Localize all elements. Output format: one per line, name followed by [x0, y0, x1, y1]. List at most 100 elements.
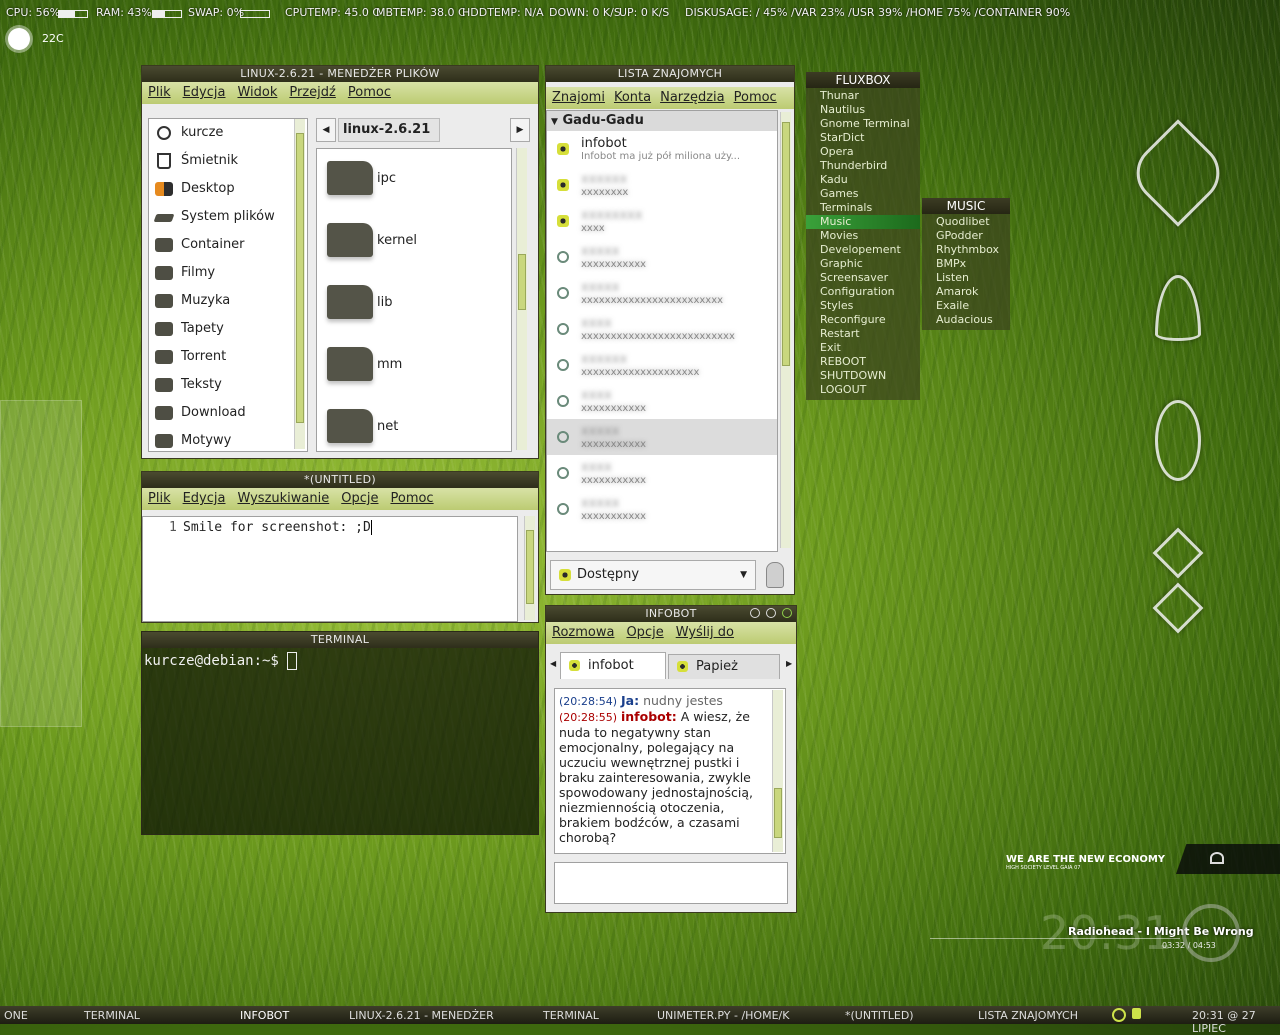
place-item-motywy[interactable]: Motywy: [149, 427, 307, 451]
menu-pomoc[interactable]: Pomoc: [390, 491, 433, 506]
music-menu-item-exaile[interactable]: Exaile: [922, 299, 1010, 313]
contact-row-hidden[interactable]: xxxx xxxxxxxxxxx: [547, 383, 777, 419]
terminal-output[interactable]: kurcze@debian:~$: [142, 648, 538, 674]
task-unimeter[interactable]: UNIMETER.PY - /HOME/K: [657, 1009, 789, 1022]
place-item-tapety[interactable]: Tapety: [149, 315, 307, 343]
music-menu-item-listen[interactable]: Listen: [922, 271, 1010, 285]
music-menu-item-bmpx[interactable]: BMPx: [922, 257, 1010, 271]
editor-title[interactable]: *(UNTITLED): [142, 472, 538, 488]
tray-network-icon[interactable]: [1112, 1008, 1126, 1022]
folder-item[interactable]: lib: [317, 273, 511, 335]
menu-opcje[interactable]: Opcje: [341, 491, 378, 506]
contact-scrollbar[interactable]: [780, 112, 791, 548]
place-item-torrent[interactable]: Torrent: [149, 343, 307, 371]
contact-row-hidden[interactable]: xxxxxxxx xxxx: [547, 203, 777, 239]
folder-item[interactable]: ipc: [317, 149, 511, 211]
place-item-filmy[interactable]: Filmy: [149, 259, 307, 287]
fluxbox-menu-item-games[interactable]: Games: [806, 187, 920, 201]
fluxbox-menu-item-reconfigure[interactable]: Reconfigure: [806, 313, 920, 327]
fluxbox-menu-item-thunar[interactable]: Thunar: [806, 89, 920, 103]
contact-row-hidden[interactable]: xxxxx xxxxxxxxxxx: [547, 491, 777, 527]
minimize-button[interactable]: [750, 608, 760, 618]
folder-item[interactable]: mm: [317, 335, 511, 397]
music-menu-item-amarok[interactable]: Amarok: [922, 285, 1010, 299]
fluxbox-menu-item-stardict[interactable]: StarDict: [806, 131, 920, 145]
place-item-home[interactable]: kurcze: [149, 119, 307, 147]
folder-item[interactable]: net: [317, 397, 511, 451]
fluxbox-menu-item-graphic[interactable]: Graphic: [806, 257, 920, 271]
menu-opcje[interactable]: Opcje: [626, 625, 663, 640]
fluxbox-menu-item-shutdown[interactable]: SHUTDOWN: [806, 369, 920, 383]
menu-pomoc[interactable]: Pomoc: [348, 85, 391, 100]
menu-przejdz[interactable]: Przejdź: [289, 85, 335, 100]
fluxbox-menu-item-styles[interactable]: Styles: [806, 299, 920, 313]
menu-widok[interactable]: Widok: [237, 85, 277, 100]
path-button[interactable]: linux-2.6.21: [338, 118, 440, 142]
fluxbox-menu-item-gnome-terminal[interactable]: Gnome Terminal: [806, 117, 920, 131]
file-manager-title[interactable]: LINUX-2.6.21 - MENEDŻER PLIKÓW: [142, 66, 538, 82]
task-contact-list[interactable]: LISTA ZNAJOMYCH: [978, 1009, 1078, 1022]
folder-item[interactable]: kernel: [317, 211, 511, 273]
menu-znajomi[interactable]: Znajomi: [552, 90, 605, 105]
workspace-name[interactable]: ONE: [4, 1009, 28, 1022]
menu-plik[interactable]: Plik: [148, 85, 171, 100]
menu-edycja[interactable]: Edycja: [183, 85, 226, 100]
fluxbox-menu-item-movies[interactable]: Movies: [806, 229, 920, 243]
task-terminal[interactable]: TERMINAL: [84, 1009, 140, 1022]
menu-konta[interactable]: Konta: [614, 90, 651, 105]
menu-wyszukiwanie[interactable]: Wyszukiwanie: [237, 491, 329, 506]
editor-scrollbar[interactable]: [524, 516, 535, 620]
fluxbox-menu-item-logout[interactable]: LOGOUT: [806, 383, 920, 397]
editor-text-area[interactable]: 1 Smile for screenshot: ;D: [142, 516, 518, 622]
menu-plik[interactable]: Plik: [148, 491, 171, 506]
menu-rozmowa[interactable]: Rozmowa: [552, 625, 614, 640]
place-item-download[interactable]: Download: [149, 399, 307, 427]
fluxbox-menu-item-opera[interactable]: Opera: [806, 145, 920, 159]
place-item-trash[interactable]: Śmietnik: [149, 147, 307, 175]
fluxbox-menu-item-terminals[interactable]: Terminals: [806, 201, 920, 215]
music-menu-item-audacious[interactable]: Audacious: [922, 313, 1010, 327]
chat-scrollbar[interactable]: [772, 690, 783, 852]
menu-narzedzia[interactable]: Narzędzia: [660, 90, 725, 105]
fluxbox-menu-item-developement[interactable]: Developement: [806, 243, 920, 257]
group-header[interactable]: ▼ Gadu-Gadu: [547, 111, 777, 131]
fluxbox-menu-item-kadu[interactable]: Kadu: [806, 173, 920, 187]
task-file-manager[interactable]: LINUX-2.6.21 - MENEDŻER: [349, 1009, 494, 1022]
tab-scroll-right[interactable]: ▶: [786, 659, 792, 668]
tab-scroll-left[interactable]: ◀: [550, 659, 556, 668]
music-menu-item-rhythmbox[interactable]: Rhythmbox: [922, 243, 1010, 257]
place-item-desktop[interactable]: Desktop: [149, 175, 307, 203]
contact-row-hidden[interactable]: xxxx xxxxxxxxxxxxxxxxxxxxxxxxxx: [547, 311, 777, 347]
fluxbox-menu-item-exit[interactable]: Exit: [806, 341, 920, 355]
tab-infobot[interactable]: infobot: [560, 652, 666, 679]
path-back-button[interactable]: ◀: [316, 118, 336, 142]
status-select[interactable]: Dostępny ▼: [550, 560, 756, 590]
music-menu-item-gpodder[interactable]: GPodder: [922, 229, 1010, 243]
menu-wyslij-do[interactable]: Wyślij do: [676, 625, 734, 640]
place-item-container[interactable]: Container: [149, 231, 307, 259]
place-item-muzyka[interactable]: Muzyka: [149, 287, 307, 315]
contact-row-hidden[interactable]: xxxx xxxxxxxxxxx: [547, 455, 777, 491]
contact-row-hidden[interactable]: xxxxx xxxxxxxxxxxxxxxxxxxxxxxx: [547, 275, 777, 311]
fluxbox-menu-item-thunderbird[interactable]: Thunderbird: [806, 159, 920, 173]
fluxbox-menu-item-reboot[interactable]: REBOOT: [806, 355, 920, 369]
fluxbox-menu-item-nautilus[interactable]: Nautilus: [806, 103, 920, 117]
fluxbox-menu-item-screensaver[interactable]: Screensaver: [806, 271, 920, 285]
fluxbox-menu-item-configuration[interactable]: Configuration: [806, 285, 920, 299]
contact-row-hidden[interactable]: xxxxx xxxxxxxxxxx: [547, 239, 777, 275]
fluxbox-menu-item-music[interactable]: Music: [806, 215, 920, 229]
fluxbox-menu-item-restart[interactable]: Restart: [806, 327, 920, 341]
contact-row-hidden[interactable]: xxxxxx xxxxxxxxxxxxxxxxxxxx: [547, 347, 777, 383]
tab-papiez[interactable]: Papież: [668, 654, 780, 679]
menu-pomoc[interactable]: Pomoc: [734, 90, 777, 105]
maximize-button[interactable]: [766, 608, 776, 618]
task-terminal-2[interactable]: TERMINAL: [543, 1009, 599, 1022]
contact-row-hidden[interactable]: xxxxx xxxxxxxxxxx: [547, 419, 777, 455]
task-infobot[interactable]: INFOBOT: [240, 1009, 289, 1022]
music-menu-item-quodlibet[interactable]: Quodlibet: [922, 215, 1010, 229]
path-forward-button[interactable]: ▶: [510, 118, 530, 142]
task-untitled[interactable]: *(UNTITLED): [845, 1009, 914, 1022]
menu-edycja[interactable]: Edycja: [183, 491, 226, 506]
contact-row-hidden[interactable]: xxxxxx xxxxxxxx: [547, 167, 777, 203]
chat-title[interactable]: INFOBOT: [546, 606, 796, 622]
